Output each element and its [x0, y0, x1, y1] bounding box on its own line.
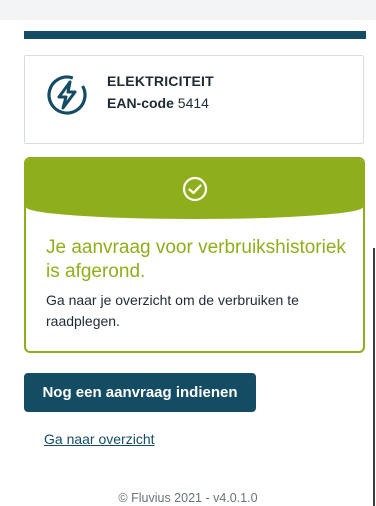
confirmation-banner [26, 159, 363, 219]
ean-label: EAN-code [107, 95, 174, 111]
check-circle-icon [182, 176, 208, 202]
lightning-bolt-icon [47, 75, 87, 115]
meter-type: ELEKTRICITEIT [107, 73, 214, 89]
confirmation-title: Je aanvraag voor verbruikshistoriek is a… [46, 237, 346, 282]
browser-top-bar [0, 0, 376, 20]
footer-copyright: © Fluvius 2021 - v4.0.1.0 [118, 491, 258, 505]
confirmation-message: Ga naar je overzicht om de verbruiken te… [46, 292, 299, 329]
meter-card: ELEKTRICITEIT EAN-code 5414 [24, 55, 364, 144]
scrollbar[interactable] [373, 248, 375, 506]
meter-ean: EAN-code 5414 [107, 95, 209, 111]
new-request-button[interactable]: Nog een aanvraag indienen [24, 373, 256, 412]
header-stripe [24, 31, 366, 39]
confirmation-card: Je aanvraag voor verbruikshistoriek is a… [24, 157, 365, 353]
overview-link[interactable]: Ga naar overzicht [44, 431, 155, 447]
ean-value: 5414 [177, 95, 209, 111]
